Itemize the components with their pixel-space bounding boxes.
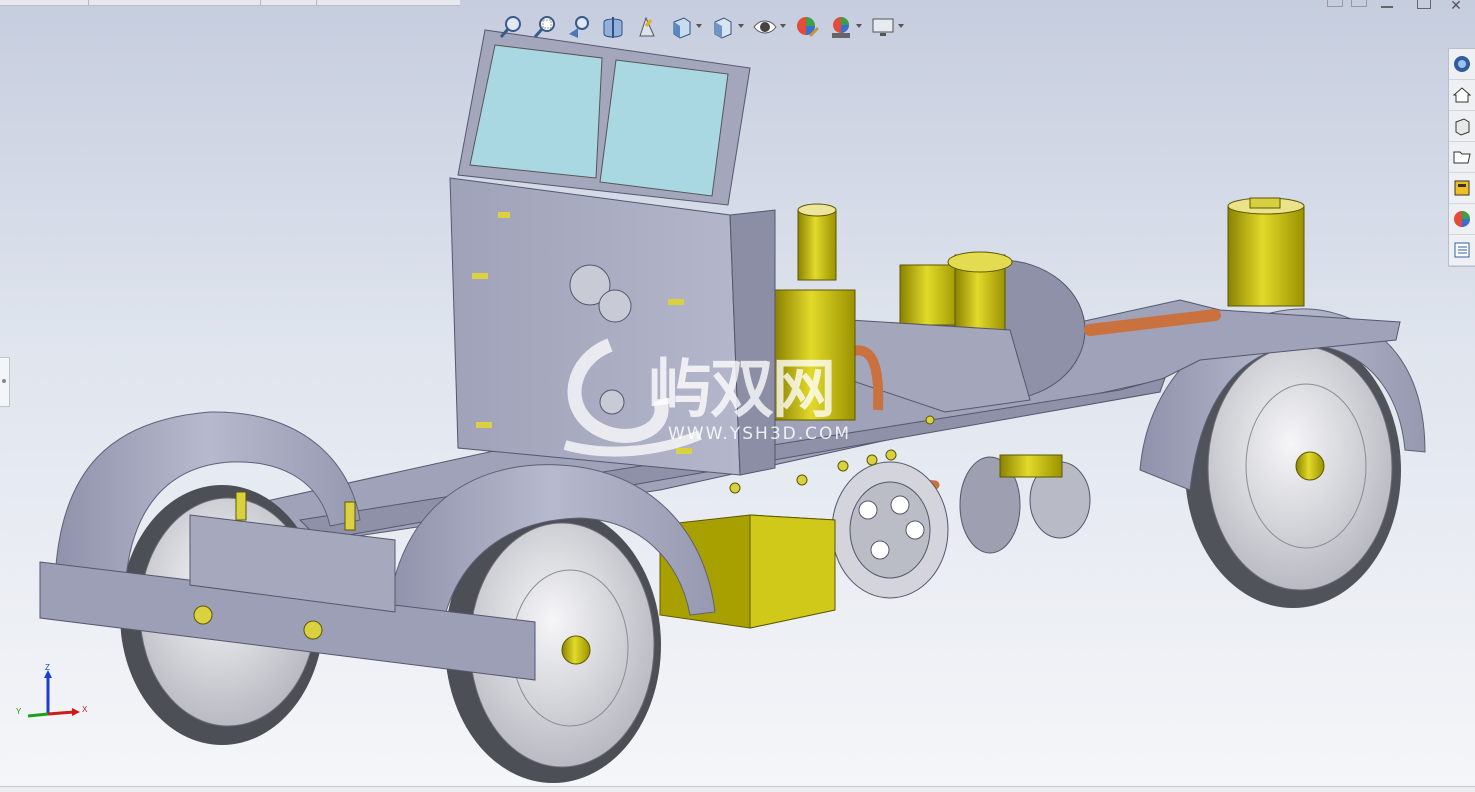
triad-z-label: Z	[45, 663, 50, 672]
maximize-icon[interactable]	[1409, 0, 1435, 12]
task-pane-custom-properties-tab[interactable]	[1449, 235, 1475, 266]
feature-manager-flyout-toggle[interactable]	[0, 357, 10, 407]
apply-scene-icon	[832, 17, 850, 38]
task-pane-file-explorer-tab[interactable]	[1449, 111, 1475, 142]
task-pane-view-palette-tab[interactable]	[1449, 142, 1475, 173]
zoom-to-area-button[interactable]	[530, 12, 560, 42]
watermark-chinese-text: 屿双网	[648, 353, 836, 427]
chevron-down-icon	[738, 24, 744, 28]
task-pane-design-library-tab[interactable]	[1449, 80, 1475, 111]
palette-sheet-icon	[1454, 180, 1470, 196]
list-icon	[1454, 242, 1470, 258]
edit-appearance-icon	[797, 17, 820, 38]
edit-appearance-button[interactable]	[792, 12, 822, 42]
reference-triad: Z X Y	[16, 663, 88, 718]
chevron-down-icon	[898, 24, 904, 28]
dynamic-annotation-button[interactable]	[632, 12, 662, 42]
triad-y-label: Y	[16, 707, 22, 716]
previous-view-button[interactable]	[564, 12, 594, 42]
triad-x-label: X	[82, 705, 88, 714]
minimize-icon[interactable]	[1375, 0, 1401, 12]
split-viewport-icon[interactable]	[1351, 0, 1367, 7]
task-pane-resources-tab[interactable]	[1449, 49, 1475, 80]
apply-scene-button[interactable]	[826, 12, 862, 42]
zoom-to-fit-icon	[499, 16, 521, 38]
heads-up-view-toolbar	[496, 10, 906, 44]
previous-view-icon	[569, 16, 589, 38]
chevron-down-icon	[780, 24, 786, 28]
folder-icon	[1453, 151, 1471, 164]
restore-viewport-icon[interactable]	[1327, 0, 1343, 7]
bottom-tab-bar	[0, 786, 1475, 792]
rear-brass-tank	[1227, 197, 1305, 307]
view-orientation-button[interactable]	[666, 12, 702, 42]
close-icon[interactable]: ✕	[1443, 0, 1469, 12]
section-view-icon	[603, 17, 623, 38]
parts-box-icon	[1455, 118, 1470, 136]
display-style-button[interactable]	[708, 12, 744, 42]
appearance-ball-icon	[1454, 211, 1470, 227]
hide-show-items-button[interactable]	[750, 12, 786, 42]
dynamic-annotation-icon	[639, 16, 655, 37]
view-settings-button[interactable]	[868, 12, 904, 42]
resources-globe-icon	[1454, 56, 1470, 72]
view-orientation-icon	[673, 17, 691, 39]
section-view-button[interactable]	[598, 12, 628, 42]
hide-show-eye-icon	[753, 20, 777, 34]
home-icon	[1452, 87, 1472, 103]
task-pane-tabs	[1448, 48, 1475, 267]
view-settings-monitor-icon	[872, 18, 894, 36]
display-style-icon	[714, 17, 732, 39]
chevron-down-icon	[856, 24, 862, 28]
zoom-to-fit-button[interactable]	[496, 12, 526, 42]
watermark-url-text: WWW.YSH3D.COM	[668, 424, 852, 444]
task-pane-appearances-tab[interactable]	[1449, 173, 1475, 204]
zoom-to-area-icon	[533, 16, 555, 38]
task-pane-appearance-tab[interactable]	[1449, 204, 1475, 235]
viewport-window-controls: ✕	[1327, 0, 1475, 12]
chevron-down-icon	[696, 24, 702, 28]
